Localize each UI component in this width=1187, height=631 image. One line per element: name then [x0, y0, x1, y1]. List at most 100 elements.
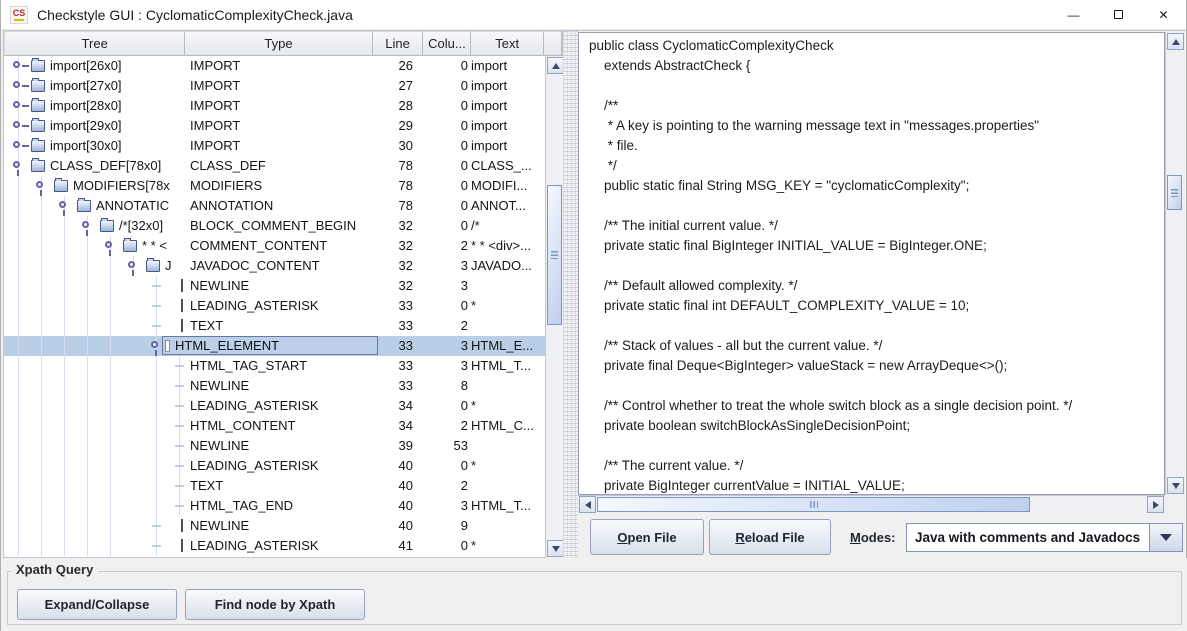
line-cell: 27 [343, 76, 413, 96]
table-row[interactable]: HTML_TAG_END403HTML_T... [4, 496, 546, 516]
table-row[interactable]: HTML_ELEMENT333HTML_E...HTML_ELEMENT [4, 336, 546, 356]
collapse-handle-icon[interactable] [36, 181, 43, 188]
table-row[interactable]: /*[32x0]BLOCK_COMMENT_BEGIN320/* [4, 216, 546, 236]
table-row[interactable]: MODIFIERS[78xMODIFIERS780MODIFI... [4, 176, 546, 196]
code-line: private final Deque<BigInteger> valueSta… [579, 356, 1164, 376]
tree-table-vertical-scrollbar[interactable] [545, 56, 563, 558]
collapse-handle-icon[interactable] [82, 221, 89, 228]
table-row[interactable]: import[29x0]IMPORT290import [4, 116, 546, 136]
table-row[interactable]: TEXT332 [4, 316, 546, 336]
scrollbar-thumb[interactable] [1167, 175, 1182, 210]
table-row[interactable]: import[26x0]IMPORT260import [4, 56, 546, 76]
selected-tree-node[interactable]: HTML_ELEMENT [162, 336, 378, 355]
open-file-button[interactable]: Open File [590, 519, 704, 555]
column-cell: 8 [415, 376, 468, 396]
tree-guide-line [18, 216, 19, 236]
expand-collapse-button[interactable]: Expand/Collapse [17, 589, 177, 620]
tree-guide-line [18, 396, 19, 416]
tree-guide-line [87, 496, 88, 516]
table-row[interactable]: NEWLINE409 [4, 516, 546, 536]
table-row[interactable]: ANNOTATICANNOTATION780ANNOT... [4, 196, 546, 216]
collapse-handle-icon[interactable] [105, 241, 112, 248]
scroll-up-button[interactable] [547, 57, 564, 74]
code-line: private boolean switchBlockAsSingleDecis… [579, 416, 1164, 436]
column-header-text[interactable]: Text [471, 31, 544, 56]
table-row[interactable]: NEWLINE3953 [4, 436, 546, 456]
tree-guide-line [87, 376, 88, 396]
tree-cell: J [4, 256, 186, 276]
table-row[interactable]: LEADING_ASTERISK330* [4, 296, 546, 316]
code-line [579, 76, 1164, 96]
reload-file-button[interactable]: Reload File [709, 519, 831, 555]
combobox-arrow-button[interactable] [1149, 524, 1182, 551]
tree-guide-line [87, 336, 88, 356]
table-row[interactable]: CLASS_DEF[78x0]CLASS_DEF780CLASS_... [4, 156, 546, 176]
line-cell: 34 [343, 396, 413, 416]
line-cell: 33 [343, 376, 413, 396]
table-row[interactable]: HTML_TAG_START333HTML_T... [4, 356, 546, 376]
expand-handle-icon[interactable] [13, 121, 20, 128]
table-row[interactable]: import[28x0]IMPORT280import [4, 96, 546, 116]
code-horizontal-scrollbar[interactable] [578, 495, 1165, 513]
table-row[interactable]: HTML_CONTENT342HTML_C... [4, 416, 546, 436]
column-header-line[interactable]: Line [373, 31, 424, 56]
column-header-column[interactable]: Colu... [423, 31, 471, 56]
collapse-handle-icon[interactable] [151, 341, 158, 348]
expand-handle-icon[interactable] [13, 101, 20, 108]
expand-handle-icon[interactable] [13, 61, 20, 68]
table-row[interactable]: LEADING_ASTERISK410* [4, 536, 546, 556]
table-row[interactable]: LEADING_ASTERISK340* [4, 396, 546, 416]
tree-guide-line [87, 436, 88, 456]
modes-label: Modes: [850, 530, 896, 545]
modes-combobox[interactable]: Java with comments and Javadocs [906, 523, 1183, 552]
tree-guide-line [41, 456, 42, 476]
collapse-handle-icon[interactable] [13, 161, 20, 168]
expand-handle-icon[interactable] [13, 141, 20, 148]
scroll-up-button[interactable] [1167, 33, 1184, 50]
table-row[interactable]: LEADING_ASTERISK400* [4, 456, 546, 476]
scroll-down-button[interactable] [547, 540, 564, 557]
column-header-tree[interactable]: Tree [4, 31, 185, 56]
tree-guide-line [64, 456, 65, 476]
line-cell: 33 [343, 316, 413, 336]
source-code-view[interactable]: public class CyclomaticComplexityCheck e… [578, 32, 1165, 495]
tree-guide-line [156, 356, 157, 376]
line-cell: 40 [343, 496, 413, 516]
tree-guide-line [156, 496, 157, 516]
table-row[interactable]: TEXT402 [4, 476, 546, 496]
table-row[interactable]: NEWLINE323 [4, 276, 546, 296]
scroll-right-button[interactable] [1147, 496, 1164, 513]
collapse-handle-icon[interactable] [128, 261, 135, 268]
arrow-down-icon [552, 546, 560, 552]
collapse-handle-icon[interactable] [59, 201, 66, 208]
scroll-left-button[interactable] [579, 496, 596, 513]
split-pane-divider[interactable] [563, 31, 578, 558]
table-row[interactable]: NEWLINE338 [4, 376, 546, 396]
tree-guide-line [110, 536, 111, 556]
tree-guide-line [156, 456, 157, 476]
table-row[interactable]: JJAVADOC_CONTENT323JAVADO... [4, 256, 546, 276]
table-row[interactable]: import[27x0]IMPORT270import [4, 76, 546, 96]
line-cell: 78 [343, 176, 413, 196]
expand-handle-icon[interactable] [13, 81, 20, 88]
minimize-button[interactable]: — [1051, 0, 1096, 29]
tree-guide-line [110, 376, 111, 396]
tree-guide-line [18, 476, 19, 496]
scrollbar-thumb[interactable] [547, 185, 562, 325]
column-header-type[interactable]: Type [185, 31, 372, 56]
close-button[interactable]: ✕ [1141, 0, 1186, 29]
find-node-by-xpath-button[interactable]: Find node by Xpath [185, 589, 365, 620]
code-vertical-scrollbar[interactable] [1165, 32, 1183, 495]
maximize-button[interactable] [1096, 0, 1141, 29]
column-cell: 3 [415, 496, 468, 516]
text-cell: ANNOT... [471, 196, 546, 216]
table-row[interactable]: import[30x0]IMPORT300import [4, 136, 546, 156]
line-cell: 30 [343, 136, 413, 156]
text-cell: * [471, 456, 546, 476]
table-row[interactable]: * * <COMMENT_CONTENT322* * <div>... [4, 236, 546, 256]
scrollbar-thumb[interactable] [597, 497, 1030, 512]
scroll-down-button[interactable] [1167, 477, 1184, 494]
tree-guide-line [41, 496, 42, 516]
line-cell: 34 [343, 416, 413, 436]
tree-guide-line [18, 276, 19, 296]
